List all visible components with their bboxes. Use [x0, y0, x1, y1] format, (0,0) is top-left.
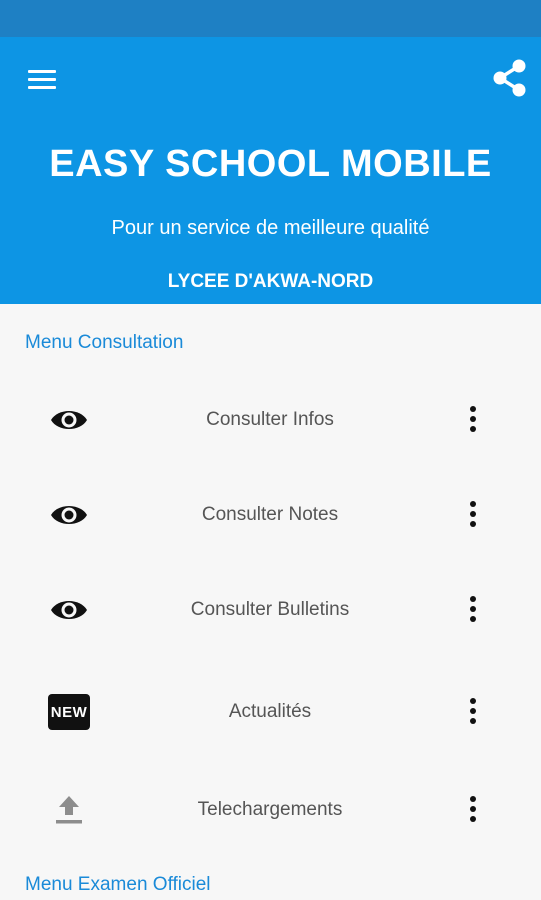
menu-item-telechargements[interactable]: Telechargements: [0, 770, 541, 850]
menu-item-consulter-notes[interactable]: Consulter Notes: [0, 475, 541, 555]
menu-item-label: Consulter Infos: [206, 409, 334, 430]
share-icon[interactable]: [488, 56, 532, 100]
app-title: EASY SCHOOL MOBILE: [49, 143, 492, 185]
hamburger-menu-icon[interactable]: [26, 67, 58, 91]
app-bar: EASY SCHOOL MOBILE Pour un service de me…: [0, 37, 541, 304]
new-badge-icon: NEW: [48, 694, 90, 730]
eye-icon: [48, 402, 90, 438]
section-header-examen-officiel: Menu Examen Officiel: [25, 874, 211, 895]
menu-item-label: Actualités: [228, 701, 312, 722]
app-subtitle: Pour un service de meilleure qualité: [111, 217, 430, 239]
section-header-consultation: Menu Consultation: [25, 332, 184, 353]
more-vert-icon[interactable]: [460, 692, 486, 732]
more-vert-icon[interactable]: [460, 400, 486, 440]
menu-item-consulter-bulletins[interactable]: Consulter Bulletins: [0, 570, 541, 650]
status-bar: [0, 0, 541, 37]
menu-item-consulter-infos[interactable]: Consulter Infos: [0, 380, 541, 460]
eye-icon: [48, 592, 90, 628]
menu-item-actualites[interactable]: NEW Actualités: [0, 672, 541, 752]
more-vert-icon[interactable]: [460, 590, 486, 630]
menu-item-label: Consulter Notes: [201, 504, 339, 525]
more-vert-icon[interactable]: [460, 790, 486, 830]
menu-item-label: Telechargements: [197, 799, 343, 820]
upload-icon: [48, 792, 90, 828]
more-vert-icon[interactable]: [460, 495, 486, 535]
eye-icon: [48, 497, 90, 533]
menu-item-label: Consulter Bulletins: [190, 599, 350, 620]
school-name: LYCEE D'AKWA-NORD: [167, 271, 374, 292]
